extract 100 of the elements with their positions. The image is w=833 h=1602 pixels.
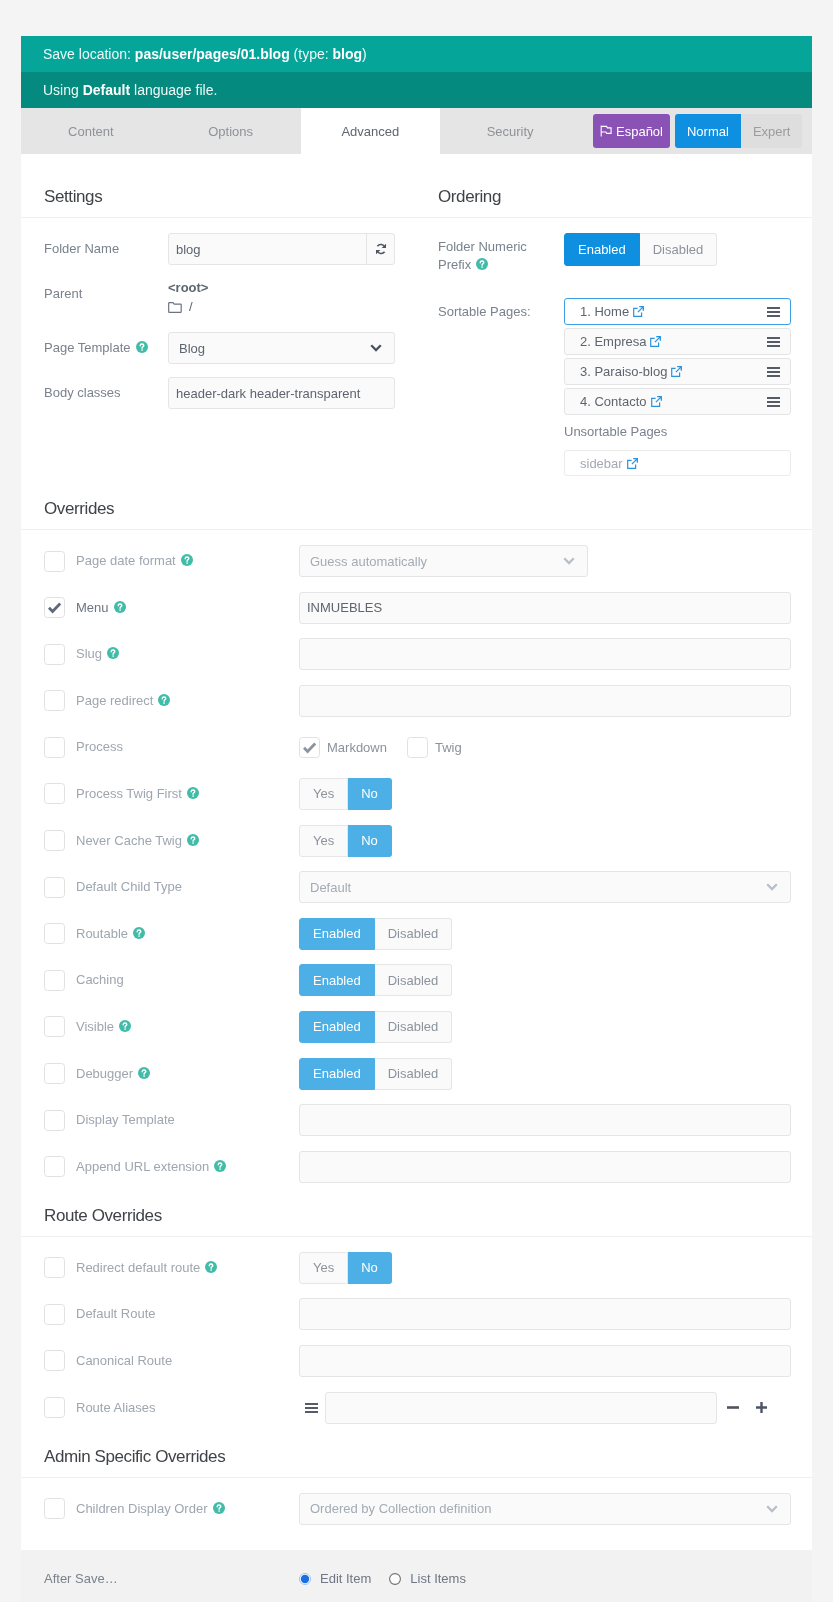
field-label: Menu: [76, 599, 109, 615]
section-title: Settings: [44, 186, 104, 208]
drag-handle-icon[interactable]: [767, 366, 780, 377]
text-field[interactable]: [299, 684, 791, 717]
field-label: Parent: [44, 286, 83, 301]
parent-value: <root>: [168, 280, 209, 296]
checkbox[interactable]: [44, 1350, 65, 1372]
checkbox[interactable]: [406, 736, 428, 758]
drag-handle-icon[interactable]: [767, 306, 780, 317]
checkbox[interactable]: [44, 1303, 65, 1325]
drag-handle-icon[interactable]: [767, 396, 780, 407]
field-label: Redirect default route: [76, 1259, 201, 1275]
text-field[interactable]: [325, 1391, 717, 1424]
mode-option[interactable]: Normal: [675, 114, 741, 148]
radio-button[interactable]: [389, 1572, 402, 1585]
toggle-option[interactable]: No: [348, 777, 392, 810]
sortable-page-item[interactable]: 3. Paraiso-blog: [564, 358, 791, 385]
toggle-option[interactable]: Yes: [299, 1251, 349, 1284]
checkbox[interactable]: [44, 1109, 65, 1131]
page-link[interactable]: 2. Empresa: [580, 334, 647, 349]
mode-option[interactable]: Expert: [740, 114, 803, 148]
checkbox[interactable]: [299, 736, 320, 758]
checkbox[interactable]: [44, 597, 65, 619]
checkbox[interactable]: [44, 969, 65, 991]
text-field[interactable]: [299, 1298, 791, 1331]
plus-icon[interactable]: [756, 1402, 767, 1413]
section-title: Overrides: [44, 498, 116, 520]
radio-button[interactable]: [299, 1572, 311, 1585]
section-title: Route Overrides: [44, 1204, 163, 1227]
field-label: Never Cache Twig: [76, 832, 182, 848]
tab[interactable]: Advanced: [300, 108, 441, 154]
checkbox[interactable]: [44, 1063, 65, 1085]
page-link[interactable]: 3. Paraiso-blog: [580, 364, 668, 379]
tab[interactable]: Options: [160, 108, 301, 154]
checkbox[interactable]: [44, 1156, 65, 1178]
flag-icon: [600, 125, 612, 137]
field-label: Display Template: [76, 1112, 175, 1128]
toggle-option[interactable]: No: [348, 1251, 392, 1284]
checkbox[interactable]: [44, 783, 65, 805]
text-field[interactable]: [299, 638, 791, 671]
external-link-icon[interactable]: [671, 366, 683, 377]
external-link-icon[interactable]: [633, 306, 645, 317]
drag-handle-icon[interactable]: [767, 336, 780, 347]
field-label: Unsortable Pages: [564, 424, 668, 439]
toggle-option[interactable]: No: [348, 824, 392, 857]
field-label: Page Template: [44, 340, 131, 355]
toggle-option[interactable]: Yes: [299, 824, 349, 857]
field-label: Default Child Type: [76, 879, 182, 895]
toggle-option[interactable]: Disabled: [374, 1010, 453, 1043]
drag-handle-icon[interactable]: [305, 1402, 318, 1413]
external-link-icon[interactable]: [626, 457, 638, 469]
toggle-option[interactable]: Disabled: [374, 1057, 453, 1090]
toggle-option[interactable]: Disabled: [374, 917, 453, 950]
sortable-page-item[interactable]: 4. Contacto: [564, 388, 791, 415]
toggle-option[interactable]: Enabled: [299, 1010, 375, 1043]
checkbox[interactable]: [44, 1257, 65, 1279]
toggle-option[interactable]: Disabled: [639, 233, 718, 266]
text-field[interactable]: header-dark header-transparent: [168, 377, 395, 409]
checkbox[interactable]: [44, 923, 65, 945]
field-label: Folder Name: [44, 241, 120, 256]
toggle-option[interactable]: Enabled: [299, 964, 375, 997]
toggle-option[interactable]: Enabled: [299, 1057, 375, 1090]
tab[interactable]: Content: [21, 108, 161, 154]
language-button[interactable]: Español: [593, 114, 670, 148]
checkbox[interactable]: [44, 1016, 65, 1038]
toggle-option[interactable]: Enabled: [299, 917, 375, 950]
external-link-icon[interactable]: [650, 396, 662, 407]
page-link[interactable]: 4. Contacto: [580, 394, 647, 409]
checkbox[interactable]: [44, 643, 65, 665]
text-field[interactable]: blog: [168, 233, 367, 265]
external-link-icon[interactable]: [650, 336, 662, 347]
checkbox[interactable]: [44, 690, 65, 712]
field-label: Page date format: [76, 553, 176, 568]
field-label: Routable: [76, 925, 129, 941]
select-field[interactable]: Blog: [168, 332, 395, 364]
sortable-page-item[interactable]: 1. Home: [564, 298, 791, 325]
minus-icon[interactable]: [727, 1406, 739, 1409]
checkbox[interactable]: [44, 1397, 65, 1418]
radio-label[interactable]: List Items: [410, 1571, 466, 1586]
page-link[interactable]: 1. Home: [580, 304, 630, 319]
text-field[interactable]: INMUEBLES: [299, 591, 791, 624]
refresh-icon: [374, 243, 387, 255]
checkbox[interactable]: [44, 830, 65, 852]
text-field[interactable]: [299, 1150, 791, 1183]
checkbox[interactable]: [44, 736, 65, 758]
radio-label[interactable]: Edit Item: [320, 1571, 372, 1586]
checkbox-label[interactable]: Markdown: [327, 739, 387, 755]
refresh-button[interactable]: [366, 233, 395, 265]
text-field[interactable]: [299, 1344, 791, 1377]
field-label: Page redirect: [76, 692, 154, 708]
sortable-page-item[interactable]: 2. Empresa: [564, 328, 791, 355]
section-title: Admin Specific Overrides: [44, 1445, 227, 1468]
page-link[interactable]: sidebar: [580, 455, 623, 471]
text-field[interactable]: [299, 1104, 791, 1137]
toggle-option[interactable]: Yes: [299, 777, 349, 810]
toggle-option[interactable]: Enabled: [564, 233, 640, 266]
tab[interactable]: Security: [440, 108, 580, 154]
toggle-option[interactable]: Disabled: [374, 964, 453, 997]
chevron-down-icon: [370, 344, 382, 352]
checkbox-label[interactable]: Twig: [434, 739, 462, 755]
